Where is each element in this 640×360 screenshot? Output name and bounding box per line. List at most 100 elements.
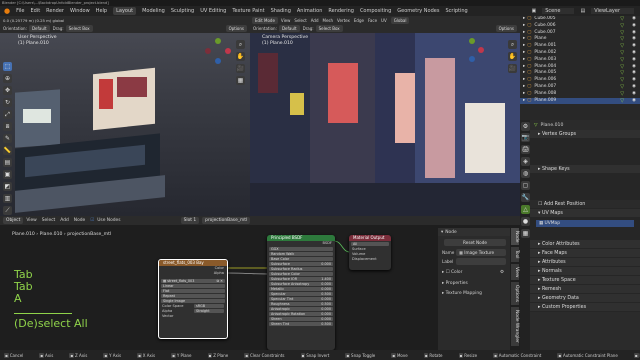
tab-shading[interactable]: Shading: [271, 8, 291, 14]
expand-icon[interactable]: ▸: [523, 70, 525, 77]
rv-menu-view[interactable]: View: [281, 18, 291, 23]
outliner-item[interactable]: ▸ ▢ Plane.001 ▽ ◉: [520, 43, 640, 50]
scene-tab-icon[interactable]: ◈: [521, 157, 530, 166]
properties-panel[interactable]: ▸ Properties: [442, 281, 468, 286]
camera-view-icon[interactable]: 🎥: [236, 64, 245, 73]
modifier-tab-icon[interactable]: 🔧: [521, 193, 530, 202]
bsdf-input[interactable]: Subsurface Anisotropy 0.000: [269, 281, 333, 287]
visibility-icon[interactable]: ◉: [632, 36, 636, 43]
visibility-icon[interactable]: ◉: [632, 50, 636, 57]
bsdf-input[interactable]: Anisotropic Rotation 0.000: [269, 311, 333, 317]
bsdf-input[interactable]: Specular Tint 0.000: [269, 296, 333, 302]
rv-menu-add[interactable]: Add: [311, 18, 319, 23]
outliner-item[interactable]: ▸ ▢ Plane.009 ▽ ◉: [520, 97, 640, 105]
interpolation-dropdown[interactable]: Linear: [161, 283, 225, 289]
world-tab-icon[interactable]: ◍: [521, 169, 530, 178]
material-output-node[interactable]: Material Output All Surface Volume Displ…: [349, 235, 391, 270]
expand-icon[interactable]: ▸: [523, 43, 525, 50]
reset-node-button[interactable]: Reset Node: [444, 239, 506, 246]
tab-layout[interactable]: Layout: [113, 7, 137, 15]
section-texture-space[interactable]: ▸ Texture Space: [530, 276, 640, 285]
section-attributes[interactable]: ▸ Attributes: [530, 258, 640, 267]
outliner-item[interactable]: ▸ ▢ Plane.006 ▽ ◉: [520, 77, 640, 84]
menu-help[interactable]: Help: [96, 8, 107, 14]
right-options-dropdown[interactable]: Options: [495, 25, 517, 32]
expand-icon[interactable]: ▸: [523, 36, 525, 43]
bsdf-input[interactable]: Base Color: [269, 256, 333, 262]
mode-dropdown[interactable]: Edit Mode: [252, 16, 278, 24]
sidebar-tab-node-wrangler[interactable]: Node Wrangler: [511, 307, 519, 347]
expand-icon[interactable]: ▸: [523, 84, 525, 91]
expand-icon[interactable]: ▸: [523, 30, 525, 37]
tab-scripting[interactable]: Scripting: [445, 8, 467, 14]
section-normals[interactable]: ▸ Normals: [530, 267, 640, 276]
visibility-icon[interactable]: ◉: [632, 43, 636, 50]
visibility-icon[interactable]: ◉: [632, 30, 636, 37]
extension-dropdown[interactable]: Repeat: [161, 293, 225, 299]
grid-icon[interactable]: ▦: [236, 76, 245, 85]
rv-menu-select[interactable]: Select: [294, 18, 306, 23]
mesh-data-tab-icon[interactable]: △: [521, 205, 530, 214]
rv-pan-icon[interactable]: ✋: [508, 52, 517, 61]
loop-cut-icon[interactable]: ▥: [3, 194, 12, 203]
rv-camera-icon[interactable]: 🎥: [508, 64, 517, 73]
node-label-field[interactable]: [456, 258, 506, 265]
outliner-item[interactable]: ▸ ▢ Cube.006 ▽ ◉: [520, 23, 640, 30]
output-target-dropdown[interactable]: All: [351, 241, 389, 246]
visibility-icon[interactable]: ◉: [632, 57, 636, 64]
menu-render[interactable]: Render: [46, 8, 64, 14]
visibility-icon[interactable]: ◉: [632, 70, 636, 77]
section-vertex-groups[interactable]: ▸ Vertex Groups: [530, 130, 640, 139]
rv-menu-face[interactable]: Face: [368, 18, 377, 23]
rv-menu-vertex[interactable]: Vertex: [337, 18, 350, 23]
image-texture-node[interactable]: street_flats_003 Bay Color Alpha ▦ stree…: [158, 259, 228, 339]
color-settings-icon[interactable]: ⚙: [500, 270, 504, 275]
material-tab-icon[interactable]: ●: [521, 217, 530, 226]
select-box-icon[interactable]: ⬚: [3, 62, 12, 71]
node-editor[interactable]: Object View Select Add Node ☑ Use Nodes …: [0, 216, 520, 350]
sidebar-tab-options[interactable]: Options: [511, 282, 519, 306]
outliner-item[interactable]: ▸ ▢ Plane.002 ▽ ◉: [520, 50, 640, 57]
viewlayer-selector[interactable]: ViewLayer: [591, 8, 634, 14]
expand-icon[interactable]: ▸: [523, 64, 525, 71]
menu-edit[interactable]: Edit: [30, 8, 40, 14]
sidebar-tab-tool[interactable]: Tool: [511, 247, 519, 262]
menu-file[interactable]: File: [16, 8, 24, 14]
rv-menu-edge[interactable]: Edge: [354, 18, 364, 23]
add-rest-position-checkbox[interactable]: ☐ Add Rest Position: [530, 200, 640, 209]
bevel-icon[interactable]: ◩: [3, 182, 12, 191]
tab-animation[interactable]: Animation: [297, 8, 323, 14]
distribution-dropdown[interactable]: GGX: [269, 246, 333, 252]
expand-icon[interactable]: ▸: [523, 98, 525, 105]
visibility-icon[interactable]: ◉: [632, 77, 636, 84]
bsdf-input[interactable]: Subsurface Color: [269, 271, 333, 277]
section-uv-maps[interactable]: ▾ UV Maps: [530, 209, 640, 218]
alpha-dropdown[interactable]: Straight: [194, 309, 224, 314]
section-face-maps[interactable]: ▸ Face Maps: [530, 249, 640, 258]
expand-icon[interactable]: ▸: [523, 91, 525, 98]
move-icon[interactable]: ✥: [3, 86, 12, 95]
section-remesh[interactable]: ▸ Remesh: [530, 285, 640, 294]
zoom-icon[interactable]: ⌕: [236, 40, 245, 49]
bsdf-input[interactable]: Subsurface 0.000: [269, 261, 333, 267]
texture-tab-icon[interactable]: ▦: [521, 229, 530, 238]
inset-icon[interactable]: ▣: [3, 170, 12, 179]
left-drag-dropdown[interactable]: Select Box: [65, 25, 93, 32]
visibility-icon[interactable]: ◉: [632, 84, 636, 91]
expand-icon[interactable]: ▸: [523, 23, 525, 30]
node-name-field[interactable]: ▦ Image Texture: [456, 249, 506, 256]
knife-icon[interactable]: ⟋: [3, 206, 12, 215]
right-orientation-dropdown[interactable]: Default: [278, 25, 300, 32]
annotate-icon[interactable]: ✎: [3, 134, 12, 143]
extrude-icon[interactable]: ▤: [3, 158, 12, 167]
bsdf-input[interactable]: Specular 0.500: [269, 291, 333, 297]
uv-map-item[interactable]: ▦ UVMap: [536, 220, 634, 227]
transform-icon[interactable]: ⧈: [3, 122, 12, 131]
right-navigation-gizmo[interactable]: [460, 38, 484, 62]
sidebar-tab-node[interactable]: Node: [511, 228, 519, 246]
output-tab-icon[interactable]: 🖨: [521, 145, 530, 154]
subsurface-method-dropdown[interactable]: Random Walk: [269, 251, 333, 257]
bsdf-input[interactable]: Subsurface IOR 1.400: [269, 276, 333, 282]
section-custom-properties[interactable]: ▸ Custom Properties: [530, 303, 640, 312]
source-dropdown[interactable]: Single Image: [161, 298, 225, 304]
